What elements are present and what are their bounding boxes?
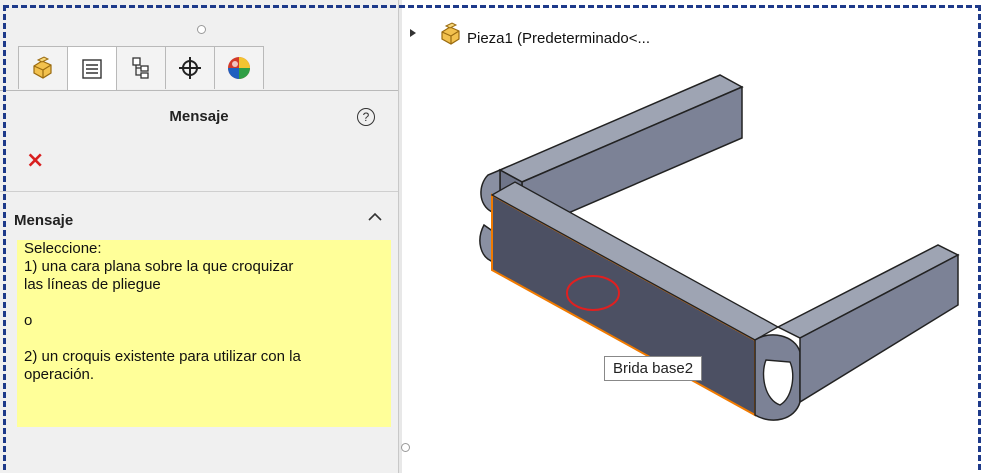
expand-arrow-icon[interactable] (410, 29, 416, 37)
section-divider (0, 191, 398, 192)
message-line: las líneas de pliegue (24, 276, 161, 293)
property-manager-panel: Mensaje ? × Mensaje Seleccione: 1) una c… (0, 0, 399, 473)
manager-tabs (18, 46, 264, 91)
property-list-icon (82, 59, 102, 79)
tab-dimxpert-manager[interactable] (165, 46, 215, 89)
message-line: operación. (24, 366, 95, 383)
panel-title: Mensaje (169, 108, 229, 125)
help-icon[interactable]: ? (357, 108, 375, 126)
panel-splitter[interactable] (399, 0, 402, 473)
message-line (17, 294, 391, 312)
appearance-ball-icon (228, 57, 250, 79)
message-line: Seleccione: (24, 240, 102, 257)
sheet-metal-part-model[interactable] (430, 60, 970, 460)
tab-property-manager[interactable] (67, 46, 117, 91)
feature-tooltip: Brida base2 (604, 356, 703, 381)
part-icon (33, 56, 52, 79)
message-line: 1) una cara plana sobre la que croquizar (24, 258, 294, 275)
message-line: o (24, 312, 33, 329)
splitter-grip-handle[interactable] (401, 443, 410, 452)
message-section-title: Mensaje (14, 212, 74, 229)
message-line (17, 330, 391, 348)
message-box: Seleccione: 1) una cara plana sobre la q… (17, 240, 391, 427)
panel-grip-handle[interactable] (197, 25, 206, 34)
crosshair-icon (179, 57, 201, 79)
tab-configuration-manager[interactable] (116, 46, 166, 89)
tab-display-manager[interactable] (214, 46, 264, 89)
feature-tree-part-label[interactable]: Pieza1 (Predeterminado<... (467, 30, 650, 47)
message-line: 2) un croquis existente para utilizar co… (24, 348, 301, 365)
chevron-up-icon[interactable] (368, 212, 382, 222)
configuration-icon (132, 57, 149, 79)
part-icon (441, 22, 460, 45)
tab-feature-manager[interactable] (18, 46, 68, 89)
tabs-baseline (0, 90, 398, 91)
cancel-close-icon[interactable]: × (26, 150, 44, 172)
